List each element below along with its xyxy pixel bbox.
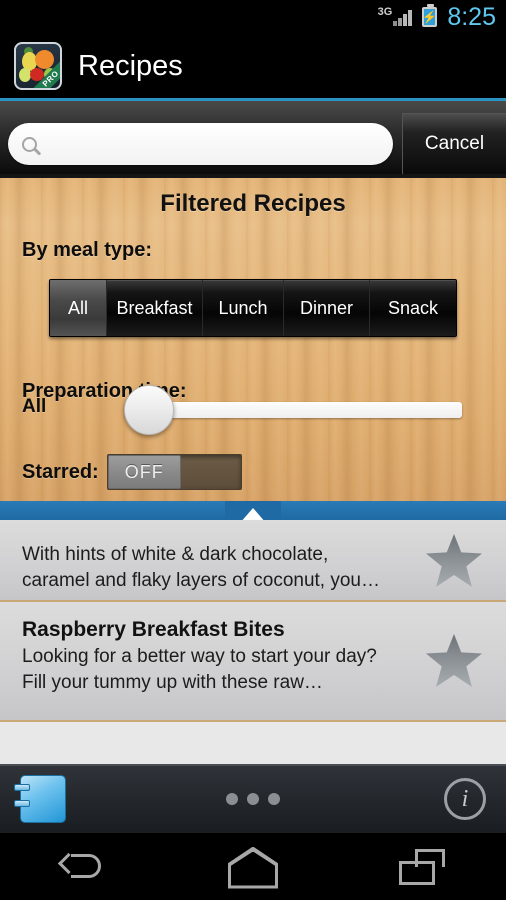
nav-back-button[interactable]	[34, 845, 134, 889]
segment-all[interactable]: All	[50, 280, 107, 336]
app-title-bar: PRO Recipes	[0, 34, 506, 98]
recipe-list: With hints of white & dark chocolate, ca…	[0, 520, 506, 764]
starred-label: Starred:	[22, 460, 99, 483]
nav-recents-button[interactable]	[372, 845, 472, 889]
search-bar: Cancel	[0, 101, 506, 175]
signal-bars-icon	[393, 9, 413, 26]
list-item[interactable]: Raspberry Breakfast Bites Looking for a …	[0, 602, 506, 722]
list-bottom-spacer	[0, 742, 506, 764]
network-type-label: 3G	[377, 5, 393, 18]
recipe-description-line2: Fill your tummy up with these raw…	[22, 672, 323, 693]
battery-charging-icon: ⚡	[422, 4, 438, 27]
prep-time-slider-thumb[interactable]	[124, 385, 174, 435]
status-bar: 3G ⚡ 8:25	[0, 0, 506, 34]
recipes-app-icon[interactable]: PRO	[14, 42, 62, 90]
star-icon[interactable]	[426, 534, 482, 587]
starred-row: Starred: OFF	[0, 450, 506, 494]
three-dots-icon[interactable]	[0, 793, 506, 805]
search-icon	[22, 136, 37, 152]
filter-panel: Filtered Recipes By meal type: All Break…	[0, 174, 506, 501]
segment-dinner[interactable]: Dinner	[284, 280, 370, 336]
list-item[interactable]: With hints of white & dark chocolate, ca…	[0, 520, 506, 602]
segment-breakfast[interactable]: Breakfast	[107, 280, 203, 336]
recipe-title: Raspberry Breakfast Bites	[22, 618, 285, 641]
segment-snack[interactable]: Snack	[370, 280, 456, 336]
prep-time-value-label: All	[22, 396, 47, 417]
status-bar-clock: 8:25	[447, 2, 496, 31]
bottom-toolbar: i	[0, 764, 506, 832]
prep-time-slider-track[interactable]	[125, 402, 462, 418]
phone-screen: 3G ⚡ 8:25 PRO Recipes Cancel Filtered Re…	[0, 0, 506, 900]
info-icon[interactable]: i	[444, 778, 486, 820]
home-icon	[226, 845, 280, 889]
search-field[interactable]	[8, 123, 393, 165]
page-title: Recipes	[78, 49, 183, 82]
segment-lunch[interactable]: Lunch	[203, 280, 284, 336]
starred-toggle[interactable]: OFF	[106, 454, 242, 490]
filter-panel-title: Filtered Recipes	[160, 190, 346, 217]
meal-type-segmented-control[interactable]: All Breakfast Lunch Dinner Snack	[49, 279, 457, 337]
recipe-description-line1: With hints of white & dark chocolate,	[22, 544, 329, 565]
star-icon[interactable]	[426, 634, 482, 687]
recipe-description-line1: Looking for a better way to start your d…	[22, 646, 377, 667]
android-nav-bar	[0, 832, 506, 900]
meal-type-label: By meal type:	[22, 239, 153, 261]
recipe-description-line2: caramel and flaky layers of coconut, you…	[22, 570, 381, 591]
recent-apps-icon	[398, 848, 445, 885]
nav-home-button[interactable]	[203, 845, 303, 889]
back-arrow-icon	[58, 852, 107, 880]
cancel-button[interactable]: Cancel	[402, 113, 506, 175]
starred-toggle-thumb[interactable]: OFF	[107, 455, 181, 489]
prep-time-slider-row: All	[0, 378, 506, 436]
search-input[interactable]	[37, 123, 393, 165]
